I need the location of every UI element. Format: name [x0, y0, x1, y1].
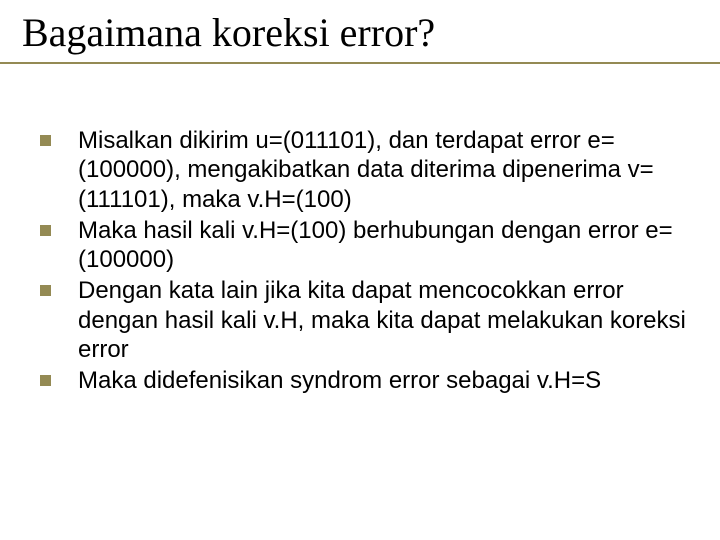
slide-title: Bagaimana koreksi error?: [0, 10, 720, 56]
slide: Bagaimana koreksi error? Misalkan dikiri…: [0, 0, 720, 540]
list-item: Misalkan dikirim u=(011101), dan terdapa…: [38, 126, 686, 214]
slide-body: Misalkan dikirim u=(011101), dan terdapa…: [24, 126, 696, 395]
bullet-text: Misalkan dikirim u=(011101), dan terdapa…: [78, 127, 654, 213]
title-underline: Bagaimana koreksi error?: [0, 10, 720, 64]
bullet-text: Maka hasil kali v.H=(100) berhubungan de…: [78, 217, 673, 273]
bullet-icon: [40, 225, 51, 236]
bullet-icon: [40, 285, 51, 296]
bullet-text: Maka didefenisikan syndrom error sebagai…: [78, 367, 601, 394]
list-item: Maka hasil kali v.H=(100) berhubungan de…: [38, 216, 686, 275]
list-item: Maka didefenisikan syndrom error sebagai…: [38, 366, 686, 395]
list-item: Dengan kata lain jika kita dapat mencoco…: [38, 276, 686, 364]
bullet-icon: [40, 135, 51, 146]
bullet-list: Misalkan dikirim u=(011101), dan terdapa…: [38, 126, 686, 395]
bullet-icon: [40, 375, 51, 386]
bullet-text: Dengan kata lain jika kita dapat mencoco…: [78, 277, 686, 363]
